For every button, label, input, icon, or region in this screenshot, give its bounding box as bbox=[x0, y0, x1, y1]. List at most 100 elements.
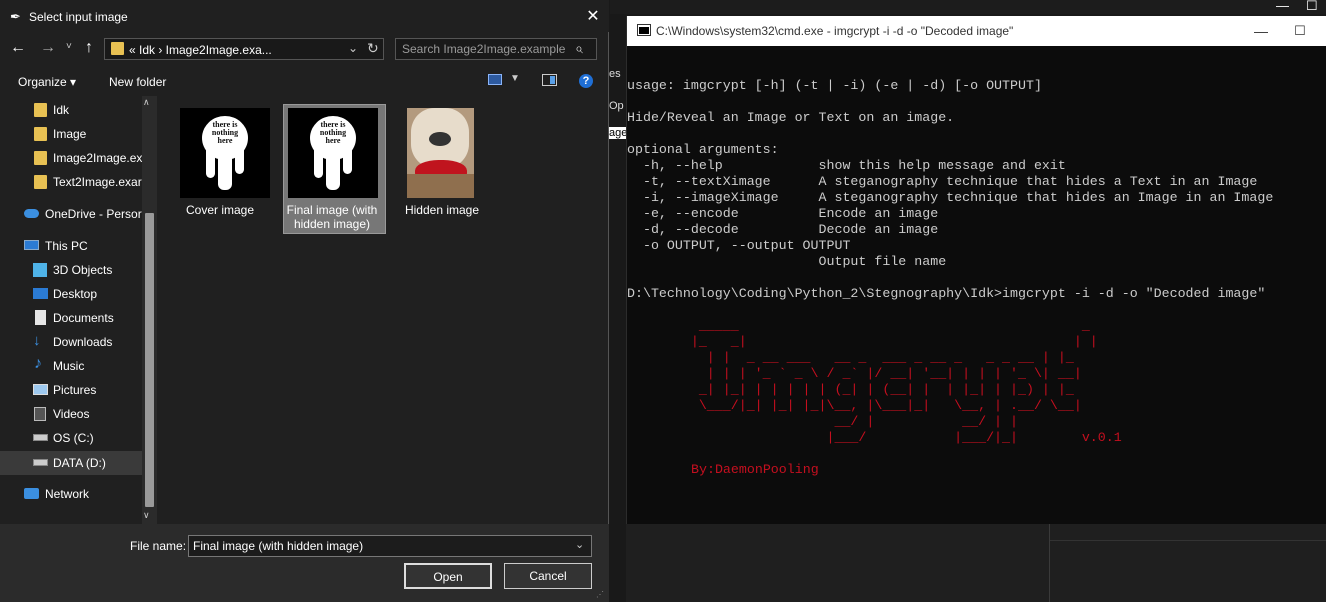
folder-icon bbox=[34, 175, 47, 189]
view-mode-icon[interactable] bbox=[488, 74, 502, 85]
chevron-down-icon[interactable]: ▼ bbox=[510, 73, 520, 84]
up-button[interactable]: ↑ bbox=[85, 39, 93, 57]
preview-pane-icon[interactable] bbox=[542, 74, 557, 86]
cancel-button[interactable]: Cancel bbox=[504, 563, 592, 589]
picture-icon bbox=[33, 384, 48, 395]
sidebar-item-data-d[interactable]: DATA (D:) bbox=[0, 451, 142, 475]
terminal-line: Output file name bbox=[627, 254, 947, 269]
hidden-image-thumbnail bbox=[407, 108, 474, 198]
sidebar-item-documents[interactable]: Documents bbox=[0, 306, 142, 330]
network-icon bbox=[24, 488, 39, 499]
background-fragment: es bbox=[609, 68, 621, 80]
sidebar-item-network[interactable]: Network bbox=[0, 482, 142, 506]
cube-icon bbox=[33, 263, 47, 277]
file-open-dialog[interactable]: ✒ Select input image ✕ ← → ˅ ↑ « Idk › I… bbox=[0, 0, 609, 602]
recent-locations-button[interactable]: ˅ bbox=[66, 41, 72, 52]
sidebar-item-onedrive[interactable]: OneDrive - Persor bbox=[0, 202, 142, 226]
file-item-final-image[interactable]: there is nothing here Final image (with … bbox=[284, 107, 380, 231]
ascii-art-line: |_ _| | | bbox=[627, 334, 1098, 349]
background-fragment: age bbox=[609, 127, 626, 139]
address-bar[interactable]: « Idk › Image2Image.exa... ⌄ ↻ bbox=[104, 38, 384, 60]
sidebar-item-desktop[interactable]: Desktop bbox=[0, 282, 142, 306]
file-item-hidden-image[interactable]: Hidden image bbox=[394, 107, 490, 227]
file-name-value[interactable]: Final image (with hidden image) bbox=[193, 539, 363, 553]
sidebar-item-image2image[interactable]: Image2Image.ex bbox=[0, 146, 142, 170]
sidebar-item-music[interactable]: ♪ Music bbox=[0, 354, 142, 378]
breadcrumb[interactable]: « Idk › Image2Image.exa... bbox=[129, 43, 272, 57]
ascii-art-line: | | _ __ ___ __ _ ___ _ __ _ _ _ __ | |_ bbox=[627, 350, 1074, 365]
drive-icon bbox=[33, 434, 48, 441]
search-box[interactable]: ⌕ bbox=[395, 38, 597, 60]
terminal-line: -i, --imageXimage A steganography techni… bbox=[627, 190, 1274, 205]
terminal-line: -e, --encode Encode an image bbox=[627, 206, 939, 221]
sidebar-item-downloads[interactable]: ↓ Downloads bbox=[0, 330, 142, 354]
author-credit: By:DaemonPooling bbox=[691, 462, 819, 477]
sidebar-item-label: This PC bbox=[45, 239, 88, 253]
ascii-art-line: _____ _ bbox=[627, 318, 1090, 333]
sidebar-item-idk[interactable]: Idk bbox=[0, 98, 142, 122]
sidebar-item-label: Documents bbox=[53, 311, 114, 325]
minimize-button[interactable]: — bbox=[1250, 20, 1272, 42]
video-icon bbox=[34, 407, 46, 421]
cloud-icon bbox=[24, 209, 39, 218]
cover-image-thumbnail: there is nothing here bbox=[180, 108, 270, 198]
sidebar-item-os-c[interactable]: OS (C:) bbox=[0, 426, 142, 450]
background-maximize-icon: ☐ bbox=[1306, 0, 1318, 13]
forward-button[interactable]: → bbox=[40, 39, 56, 57]
chevron-down-icon[interactable]: ⌄ bbox=[348, 41, 358, 55]
file-name: Final image (with hidden image) bbox=[286, 203, 378, 231]
sidebar-item-image[interactable]: Image bbox=[0, 122, 142, 146]
terminal-window[interactable]: C:\Windows\system32\cmd.exe - imgcrypt -… bbox=[626, 16, 1326, 524]
folder-icon bbox=[34, 103, 47, 117]
sidebar-item-label: Text2Image.exar bbox=[53, 175, 142, 189]
sidebar-item-videos[interactable]: Videos bbox=[0, 402, 142, 426]
music-icon: ♪ bbox=[34, 355, 42, 372]
sidebar-item-label: Image2Image.ex bbox=[53, 151, 142, 165]
ascii-art-line: |___/ |___/|_| v.0.1 bbox=[627, 430, 1122, 445]
sidebar-item-label: Videos bbox=[53, 407, 90, 421]
sidebar-item-3d-objects[interactable]: 3D Objects bbox=[0, 258, 142, 282]
refresh-icon[interactable]: ↻ bbox=[367, 40, 379, 57]
file-item-cover-image[interactable]: there is nothing here Cover image bbox=[172, 107, 270, 227]
open-button[interactable]: Open bbox=[404, 563, 492, 589]
document-icon bbox=[35, 310, 46, 325]
resize-grip-icon[interactable]: ⋰ bbox=[596, 590, 604, 599]
folder-icon bbox=[34, 127, 47, 141]
drive-icon bbox=[33, 459, 48, 466]
file-name: Hidden image bbox=[404, 203, 480, 217]
file-name-label: File name: bbox=[130, 539, 187, 553]
sidebar-item-this-pc[interactable]: This PC bbox=[0, 234, 142, 258]
background-divider bbox=[1049, 524, 1050, 602]
background-minimize-icon: — bbox=[1276, 0, 1289, 13]
terminal-output[interactable]: usage: imgcrypt [-h] (-t | -i) (-e | -d)… bbox=[627, 78, 1326, 518]
sidebar-item-text2image[interactable]: Text2Image.exar bbox=[0, 170, 142, 194]
dialog-title: Select input image bbox=[29, 10, 128, 24]
thumbnail-text: there is nothing here bbox=[319, 120, 347, 145]
file-name-field[interactable]: Final image (with hidden image) ⌄ bbox=[188, 535, 592, 557]
scroll-down-icon[interactable]: ∨ bbox=[143, 510, 150, 521]
sidebar-item-pictures[interactable]: Pictures bbox=[0, 378, 142, 402]
terminal-line: usage: imgcrypt [-h] (-t | -i) (-e | -d)… bbox=[627, 78, 1042, 93]
dialog-title-bar[interactable]: ✒ Select input image ✕ bbox=[0, 0, 609, 32]
help-button[interactable]: ? bbox=[579, 74, 593, 88]
scroll-up-icon[interactable]: ∧ bbox=[143, 97, 150, 108]
chevron-down-icon[interactable]: ⌄ bbox=[575, 538, 584, 551]
background-divider bbox=[1050, 540, 1326, 541]
search-input[interactable] bbox=[402, 41, 572, 57]
close-button[interactable]: ✕ bbox=[582, 6, 604, 28]
maximize-button[interactable]: ☐ bbox=[1289, 20, 1311, 42]
sidebar-item-label: DATA (D:) bbox=[53, 456, 106, 470]
terminal-title: C:\Windows\system32\cmd.exe - imgcrypt -… bbox=[656, 24, 1014, 38]
back-button[interactable]: ← bbox=[10, 39, 26, 57]
sidebar-item-label: Network bbox=[45, 487, 90, 501]
final-image-thumbnail: there is nothing here bbox=[288, 108, 378, 198]
sidebar-scrollbar-thumb[interactable] bbox=[145, 213, 154, 507]
new-folder-button[interactable]: New folder bbox=[109, 75, 166, 89]
background-window-controls: — ☐ bbox=[1270, 0, 1326, 14]
terminal-line: -t, --textXimage A steganography techniq… bbox=[627, 174, 1258, 189]
organize-button[interactable]: Organize ▾ bbox=[18, 75, 76, 89]
search-icon[interactable]: ⌕ bbox=[575, 40, 583, 57]
ascii-art-line: | | | '_ ` _ \ / _` |/ __| '__| | | | '_… bbox=[627, 366, 1082, 381]
sidebar-item-label: Music bbox=[53, 359, 85, 373]
terminal-title-bar[interactable]: C:\Windows\system32\cmd.exe - imgcrypt -… bbox=[627, 16, 1326, 46]
